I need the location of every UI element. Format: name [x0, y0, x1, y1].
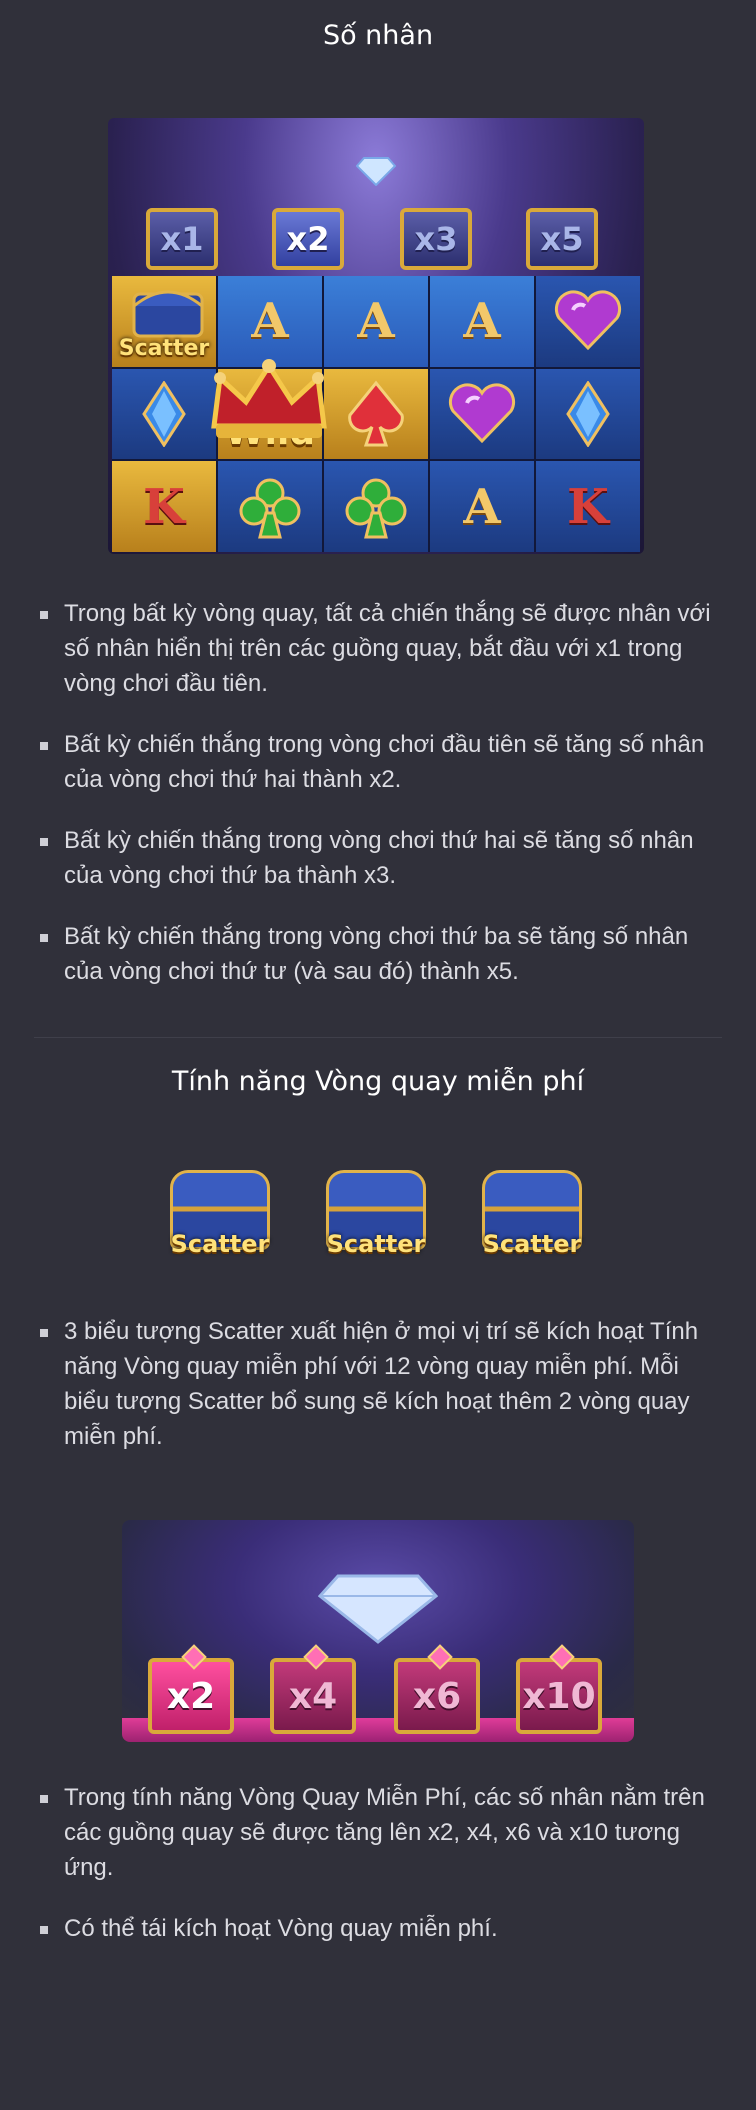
multiplier-rules-list: Trong bất kỳ vòng quay, tất cả chiến thắ… [40, 596, 730, 1015]
club-gem-icon [345, 478, 407, 539]
crown-icon [211, 359, 327, 438]
free-spin-multiplier-x6: x6 [394, 1644, 480, 1734]
symbol-club [218, 461, 322, 552]
free-spins-multiplier-board: x2 x4 x6 x10 [122, 1520, 634, 1742]
treasure-chest-icon [132, 290, 204, 338]
scatter-symbol: Scatter [320, 1160, 432, 1264]
symbol-heart [536, 276, 640, 367]
multiplier-reel-board: x1 x2 x3 x5 Scatter A A A K A K [108, 118, 644, 554]
free-spin-multiplier-x4: x4 [270, 1644, 356, 1734]
scatter-symbol: Scatter [112, 276, 216, 367]
reel-multiplier-x5: x5 [526, 208, 598, 270]
reel-grid: Scatter A A A Wild [112, 276, 640, 552]
symbol-diamond [112, 368, 216, 460]
multiplier-section-title: Số nhân [322, 20, 434, 51]
symbol-club [324, 461, 428, 552]
rule-item: Bất kỳ chiến thắng trong vòng chơi đầu t… [40, 727, 730, 797]
scatter-symbol: Scatter [164, 1160, 276, 1264]
reel-multiplier-x3: x3 [400, 208, 472, 270]
diamond-gem-icon [142, 380, 186, 447]
scatter-symbol: Scatter [476, 1160, 588, 1264]
spade-gem-icon [348, 380, 404, 447]
rule-item: Có thể tái kích hoạt Vòng quay miễn phí. [40, 1911, 730, 1946]
symbol-a: A [324, 276, 428, 367]
gem-icon [427, 1644, 453, 1670]
symbol-diamond [536, 368, 640, 460]
diamond-gem-icon [566, 380, 610, 447]
symbol-heart [430, 368, 534, 460]
diamond-icon [356, 157, 396, 186]
heart-gem-icon [554, 290, 622, 351]
free-spin-multiplier-x2: x2 [148, 1644, 234, 1734]
free-spin-multiplier-x10: x10 [516, 1644, 602, 1734]
rule-item: Trong tính năng Vòng Quay Miễn Phí, các … [40, 1780, 730, 1885]
section-divider [34, 1037, 722, 1038]
gem-icon [181, 1644, 207, 1670]
diamond-icon [318, 1574, 438, 1644]
symbol-a: A [218, 276, 322, 367]
symbol-spade [324, 368, 428, 460]
symbol-a: A [430, 276, 534, 367]
gem-icon [303, 1644, 329, 1670]
heart-gem-icon [448, 383, 516, 444]
rule-item: Bất kỳ chiến thắng trong vòng chơi thứ b… [40, 919, 730, 989]
symbol-k: K [112, 461, 216, 552]
free-spins-rules-list: 3 biểu tượng Scatter xuất hiện ở mọi vị … [40, 1314, 730, 1480]
club-gem-icon [239, 478, 301, 539]
rule-item: Bất kỳ chiến thắng trong vòng chơi thứ h… [40, 823, 730, 893]
symbol-a: A [430, 461, 534, 552]
rule-item: Trong bất kỳ vòng quay, tất cả chiến thắ… [40, 596, 730, 701]
reel-multiplier-x1: x1 [146, 208, 218, 270]
symbol-k: K [536, 461, 640, 552]
gem-icon [549, 1644, 575, 1670]
rule-item: 3 biểu tượng Scatter xuất hiện ở mọi vị … [40, 1314, 730, 1454]
free-spins-section-title: Tính năng Vòng quay miễn phí [171, 1066, 585, 1097]
free-spins-multiplier-rules-list: Trong tính năng Vòng Quay Miễn Phí, các … [40, 1780, 730, 1972]
reel-multiplier-x2: x2 [272, 208, 344, 270]
